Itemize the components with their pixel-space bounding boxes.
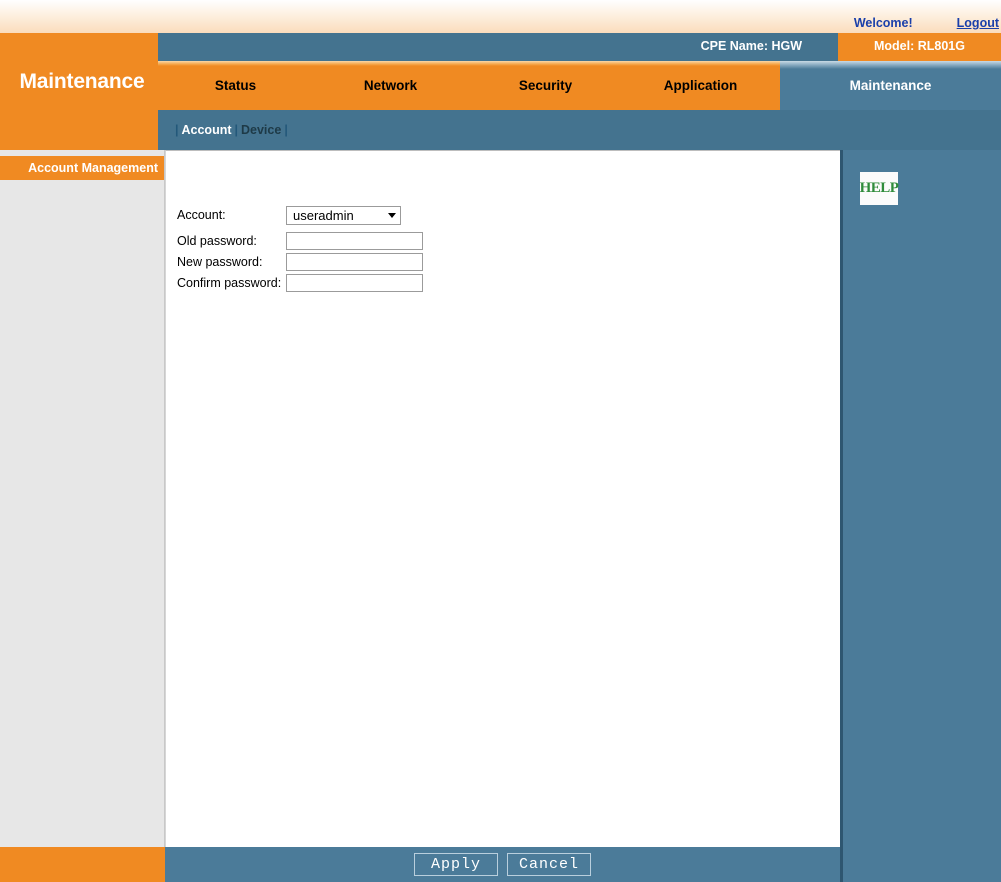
welcome-text: Welcome! <box>853 16 913 30</box>
form-row-confirm-password: Confirm password: <box>177 272 423 293</box>
form-row-old-password: Old password: <box>177 230 423 251</box>
old-password-input[interactable] <box>286 231 423 250</box>
cpe-info-band: CPE Name: HGW <box>158 33 838 61</box>
form-row-account: Account: useradmin <box>177 203 423 227</box>
left-sidebar: Account Management <box>0 150 165 847</box>
nav-item-maintenance-label: Maintenance <box>849 78 932 93</box>
confirm-password-input[interactable] <box>286 273 423 292</box>
nav-item-application[interactable]: Application <box>623 61 778 110</box>
new-password-label: New password: <box>177 254 263 269</box>
account-label: Account: <box>177 208 226 222</box>
footer-left-block <box>0 847 165 882</box>
form-row-new-password: New password: <box>177 251 423 272</box>
footer-action-bar: Apply Cancel <box>165 847 840 882</box>
account-select-value: useradmin <box>293 207 354 223</box>
help-panel: HELP <box>840 150 1001 847</box>
apply-button[interactable]: Apply <box>414 853 498 876</box>
footer-right-block <box>840 847 1001 882</box>
main-content-panel: Account: useradmin Old password: New pas… <box>165 150 840 847</box>
old-password-label: Old password: <box>177 233 257 248</box>
subnav-separator-right: | <box>284 123 288 137</box>
top-gradient-bar: Welcome! Logout <box>0 0 1001 33</box>
nav-item-network[interactable]: Network <box>313 61 468 110</box>
nav-item-status[interactable]: Status <box>158 61 313 110</box>
sidebar-item-account-management[interactable]: Account Management <box>0 156 164 180</box>
cpe-name-label: CPE Name: HGW <box>700 39 802 53</box>
account-settings-form: Account: useradmin Old password: New pas… <box>177 203 423 293</box>
page-title-block: Maintenance <box>0 33 158 150</box>
main-navigation: Status Network Security Application Main… <box>158 61 1001 110</box>
help-button[interactable]: HELP <box>859 172 899 205</box>
model-band: Model: RL801G <box>838 33 1001 61</box>
subnav-item-account[interactable]: Account <box>182 123 232 137</box>
cancel-button[interactable]: Cancel <box>507 853 591 876</box>
nav-item-security[interactable]: Security <box>468 61 623 110</box>
chevron-down-icon <box>388 212 396 218</box>
logout-link[interactable]: Logout <box>957 16 999 30</box>
nav-item-list: Status Network Security Application <box>158 61 778 110</box>
nav-item-maintenance[interactable]: Maintenance <box>780 61 1001 110</box>
confirm-password-label: Confirm password: <box>177 275 282 290</box>
subnav-separator-mid: | <box>234 123 239 137</box>
help-button-label: HELP <box>859 180 899 196</box>
new-password-input[interactable] <box>286 252 423 271</box>
model-label: Model: RL801G <box>874 39 965 53</box>
subnav-item-device[interactable]: Device <box>241 123 281 137</box>
subnav-separator-left: | <box>175 123 179 137</box>
page-title: Maintenance <box>19 70 145 93</box>
sub-navigation: | Account | Device | <box>158 110 1001 150</box>
account-select[interactable]: useradmin <box>286 205 401 225</box>
topbar-links: Welcome! Logout <box>854 13 1001 33</box>
